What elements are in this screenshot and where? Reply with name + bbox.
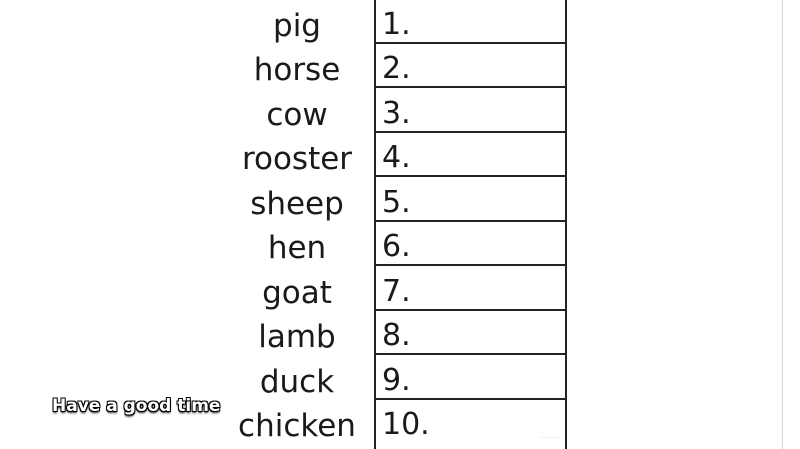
answer-number: 9. bbox=[382, 363, 411, 398]
answer-number: 5. bbox=[382, 185, 411, 220]
worksheet-page: pig horse cow rooster sheep hen goat lam… bbox=[0, 0, 800, 449]
animal-word: rooster bbox=[241, 141, 353, 177]
animal-word: chicken bbox=[238, 408, 356, 444]
answer-cell: 1. bbox=[376, 0, 565, 44]
animal-word: duck bbox=[259, 364, 335, 400]
answer-number: 4. bbox=[382, 140, 411, 175]
answer-cell: 2. bbox=[376, 44, 565, 88]
answer-number: 1. bbox=[382, 7, 411, 42]
answer-cell: 3. bbox=[376, 89, 565, 133]
answer-number: 7. bbox=[382, 274, 411, 309]
animal-word: lamb bbox=[258, 319, 336, 355]
answer-cell: 7. bbox=[376, 267, 565, 311]
video-caption: Have a good time bbox=[52, 396, 221, 416]
animal-word: cow bbox=[266, 97, 328, 133]
animal-word: horse bbox=[253, 52, 341, 88]
answer-grid: 1. 2. 3. 4. 5. 6. 7. 8. 9. 10. ·········… bbox=[374, 0, 567, 449]
answer-number: 10. bbox=[382, 407, 430, 442]
page-edge-divider bbox=[782, 0, 783, 449]
answer-cell: 5. bbox=[376, 178, 565, 222]
answer-cell: 8. bbox=[376, 311, 565, 355]
answer-number: 2. bbox=[382, 51, 411, 86]
answer-number: 8. bbox=[382, 318, 411, 353]
answer-cell: 9. bbox=[376, 356, 565, 400]
answer-number: 3. bbox=[382, 96, 411, 131]
watermark-mark: ··········· bbox=[540, 435, 561, 442]
answer-cell: 10. ··········· bbox=[376, 400, 565, 444]
animal-word: pig bbox=[273, 8, 321, 44]
answer-cell: 4. bbox=[376, 133, 565, 177]
answer-number: 6. bbox=[382, 229, 411, 264]
animal-word: goat bbox=[262, 275, 332, 311]
animal-word-list: pig horse cow rooster sheep hen goat lam… bbox=[232, 4, 362, 449]
answer-cell: 6. bbox=[376, 222, 565, 266]
animal-word: sheep bbox=[250, 186, 344, 222]
animal-word: hen bbox=[267, 230, 327, 266]
